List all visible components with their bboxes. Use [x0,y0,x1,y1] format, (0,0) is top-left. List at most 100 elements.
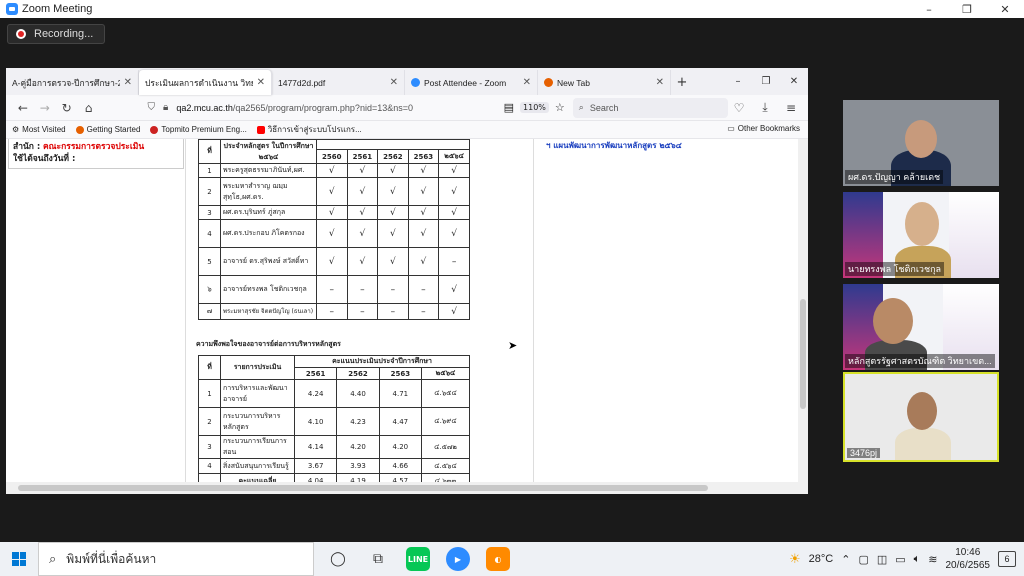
cell-mark: √ [316,177,348,206]
browser-tab-1[interactable]: A-คู่มือการตรวจ-ปีการศึกษา-2 ✕ [6,70,139,95]
cortana-icon[interactable]: ◯ [318,542,358,576]
close-button[interactable]: ✕ [986,0,1024,18]
bookmark-label: Getting Started [86,125,141,134]
cell-mark: – [407,275,440,304]
table-row: 3 ผศ.ดร.บุรินทร์ ภู่สกุล √ √ √ √ √ [198,205,470,220]
start-button[interactable] [0,542,38,576]
tab-label: Post Attendee - Zoom [424,77,507,88]
browser-tab-2[interactable]: ประเมินผลการดำเนินงาน วิทยาเขต ✕ [139,70,272,95]
system-clock[interactable]: 10:46 20/6/2565 [946,546,991,572]
search-icon: ⌕ [578,102,584,112]
cell-score: ๔.๕๗๒ [420,435,471,459]
new-tab-button[interactable]: + [671,70,693,95]
participant-name: นายทรงพล โชติกเวชกุล [845,262,945,276]
reload-icon[interactable]: ↻ [56,98,78,118]
camera-icon[interactable]: ◫ [877,553,887,566]
temperature[interactable]: 28°C [809,553,834,565]
menu-icon[interactable]: ≡ [780,98,802,118]
zoom-level-badge[interactable]: 110% [520,102,549,113]
browser-minimize-button[interactable]: – [724,68,752,95]
tab-label: A-คู่มือการตรวจ-ปีการศึกษา-2 [12,77,120,88]
table-row: ๖ อาจารย์ทรงพล โชติกเวชกุล – – – – √ [198,275,470,304]
cell-mark: √ [377,219,409,248]
url-actions: ▤ 110% ☆ [504,101,565,114]
tab-close-icon[interactable]: ✕ [390,77,398,88]
participant-name: ผศ.ดร.ปัญญา คล้ายเดช [845,170,944,184]
horizontal-scrollbar[interactable] [6,482,808,494]
recording-indicator[interactable]: Recording... [7,24,105,44]
browser-close-button[interactable]: ✕ [780,68,808,95]
participant-tile-3[interactable]: หลักสูตรรัฐศาสตรบัณฑิต วิทยาเขต... [843,284,999,370]
network-icon[interactable]: ▢ [858,553,868,566]
participant-name: 3476pj [847,448,881,458]
battery-icon[interactable]: ▭ [895,553,905,566]
cell-no: 2 [198,407,221,436]
other-bookmarks[interactable]: ▭ Other Bookmarks [727,124,800,133]
cell-mark: √ [407,219,440,248]
cell-mark: – [407,303,440,320]
mouse-cursor-icon: ➤ [508,339,518,352]
taskbar-line-app[interactable]: LINE [398,542,438,576]
cell-mark: √ [346,163,379,178]
zoom-favicon-icon [411,78,420,87]
tab-label: ประเมินผลการดำเนินงาน วิทยาเขต [145,77,253,88]
notification-center-icon[interactable]: 6 [998,551,1016,567]
cell-score: ๔.๖๕๔ [420,379,471,408]
pocket-icon[interactable]: ♡ [728,98,750,118]
bookmark-label: Most Visited [22,125,66,134]
bookmark-topmito[interactable]: Topmito Premium Eng... [150,125,247,134]
back-arrow-icon[interactable]: ← [12,98,34,118]
header-year: ๒๕๖๔ [420,367,471,380]
bookmark-youtube[interactable]: วิธีการเข้าสู่ระบบโปรแกร... [256,123,362,136]
chevron-up-icon[interactable]: ⌃ [841,553,850,566]
taskbar-zoom-app[interactable]: ▶ [438,542,478,576]
wifi-icon[interactable]: ≋ [928,553,937,566]
reader-view-icon[interactable]: ▤ [504,101,514,114]
cell-mark: – [316,303,348,320]
forward-arrow-icon[interactable]: → [34,98,56,118]
tab-close-icon[interactable]: ✕ [257,77,265,88]
bookmark-label: วิธีการเข้าสู่ระบบโปรแกร... [267,125,362,134]
firefox-icon [75,125,84,134]
topmito-icon [150,125,159,134]
bookmark-star-icon[interactable]: ☆ [555,101,565,114]
participant-tile-2[interactable]: นายทรงพล โชติกเวชกุล [843,192,999,278]
cell-mark: – [377,275,409,304]
home-icon[interactable]: ⌂ [78,98,100,118]
lecturer-table: ที่ ประจำหลักสูตร ในปีการศึกษา ๒๕๖๔ 2560… [198,139,470,320]
vertical-scroll-thumb[interactable] [800,299,806,409]
search-input[interactable]: ⌕ Search [572,97,728,118]
taskbar-firefox-app[interactable]: ◐ [478,542,518,576]
bookmark-most-visited[interactable]: ⚙ Most Visited [12,125,66,134]
participant-video [905,202,939,246]
browser-tab-3[interactable]: 1477d2d.pdf ✕ [272,70,405,95]
minimize-button[interactable]: – [910,0,948,18]
download-icon[interactable]: ⤓ [754,98,776,118]
bookmark-getting-started[interactable]: Getting Started [75,125,141,134]
browser-tab-4[interactable]: Post Attendee - Zoom ✕ [405,70,538,95]
browser-tab-5[interactable]: New Tab ✕ [538,70,671,95]
tab-close-icon[interactable]: ✕ [523,77,531,88]
horizontal-scroll-thumb[interactable] [18,485,708,491]
participant-tile-1[interactable]: ผศ.ดร.ปัญญา คล้ายเดช [843,100,999,186]
vertical-scrollbar[interactable] [798,139,808,482]
participant-video [907,392,937,430]
browser-restore-button[interactable]: ❐ [752,68,780,95]
weather-sun-icon[interactable]: ☀ [789,551,801,567]
cell-item: กระบวนการเรียนการสอน [220,435,295,459]
cell-no: 3 [198,435,221,459]
task-view-icon[interactable]: ⧉ [358,542,398,576]
tab-close-icon[interactable]: ✕ [124,77,132,88]
restore-button[interactable]: ❐ [948,0,986,18]
header-item: รายการประเมิน [220,355,295,380]
participant-tile-4-active-speaker[interactable]: 3476pj [843,372,999,462]
table-row: 2 กระบวนการบริหารหลักสูตร 4.10 4.23 4.47… [198,407,471,436]
taskbar-search-input[interactable]: ⌕ พิมพ์ที่นี่เพื่อค้นหา [38,542,314,576]
url-bar[interactable]: ⛉ 🔒︎ qa2.mcu.ac.th /qa2565/program/progr… [148,98,498,118]
volume-icon[interactable]: 🔈︎ [914,553,921,566]
cell-score: 4.24 [293,379,338,408]
cell-score: 4.47 [378,407,422,436]
url-domain: qa2.mcu.ac.th [176,102,233,113]
cell-score: 4.66 [378,458,422,474]
tab-close-icon[interactable]: ✕ [656,77,664,88]
